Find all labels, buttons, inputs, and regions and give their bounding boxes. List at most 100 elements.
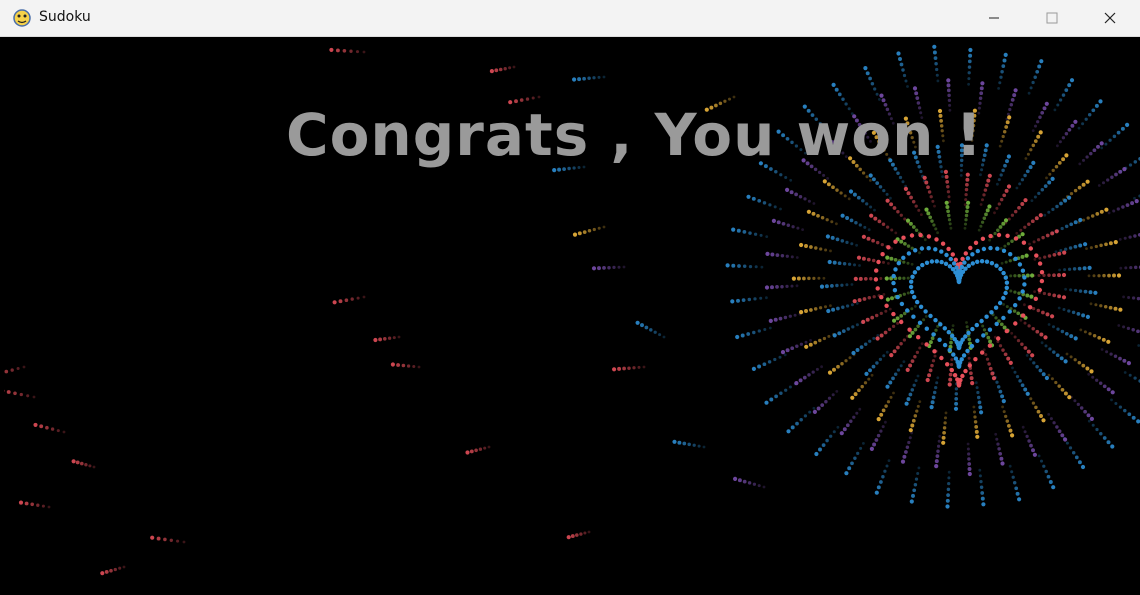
heart-dot [893, 239, 898, 244]
firework-streak [966, 442, 972, 477]
heart-dot [1039, 270, 1045, 275]
heart-dot [923, 309, 928, 314]
minimize-button[interactable] [965, 0, 1023, 36]
firework-streak [733, 476, 766, 489]
heart-dot [934, 259, 939, 264]
heart-dot [1008, 252, 1013, 257]
heart-dot [893, 267, 898, 272]
heart-dot [1001, 270, 1006, 276]
heart-dot [907, 327, 912, 332]
heart-dot [981, 246, 987, 252]
firework-streak [1117, 324, 1140, 334]
heart-dot [945, 362, 950, 367]
firework-streak [1123, 371, 1140, 383]
heart-dot [901, 255, 906, 260]
firework-streak [967, 47, 973, 86]
heart-dot [1013, 303, 1018, 308]
firework-streak [1043, 195, 1072, 217]
heart-dot [929, 259, 935, 264]
heart-dot [916, 335, 921, 340]
firework-streak [1023, 303, 1055, 319]
firework-streak [1119, 265, 1140, 270]
firework-streak [1087, 372, 1115, 395]
heart-dot [924, 260, 930, 265]
firework-streak [944, 200, 953, 230]
heart-dot [892, 288, 898, 293]
heart-dot [1034, 253, 1039, 258]
firework-streak [100, 565, 126, 576]
firework-streak [572, 75, 606, 82]
firework-streak [885, 360, 906, 389]
heart-dot [918, 304, 924, 309]
firework-streak [905, 218, 927, 242]
firework-streak [730, 296, 768, 304]
heart-dot [996, 232, 1002, 238]
firework-streak [861, 307, 892, 324]
close-button[interactable] [1081, 0, 1139, 36]
firework-streak [799, 304, 832, 315]
heart-dot [989, 310, 994, 315]
title-bar[interactable]: Sudoku [0, 0, 1140, 37]
heart-dot [980, 350, 985, 355]
firework-streak [967, 351, 975, 386]
heart-dot [995, 246, 1000, 251]
firework-streak [929, 376, 940, 410]
firework-streak [850, 373, 874, 400]
firework-streak [997, 52, 1008, 90]
heart-dot [973, 357, 978, 362]
heart-dot [931, 332, 936, 337]
game-canvas[interactable]: Congrats , You won ! [4, 37, 1140, 595]
firework-streak [934, 434, 942, 469]
heart-dot [879, 295, 884, 300]
firework-streak [1057, 306, 1090, 319]
heart-dot [943, 261, 949, 266]
firework-streak [822, 179, 851, 201]
heart-dot [912, 294, 917, 300]
heart-dot [1003, 290, 1008, 296]
heart-dot [980, 236, 986, 241]
firework-streak [390, 362, 421, 369]
heart-dot [1021, 313, 1026, 318]
heart-dot [962, 260, 967, 265]
heart-dot [963, 266, 968, 271]
heart-dot [996, 336, 1001, 341]
heart-dot [873, 277, 879, 282]
maximize-button[interactable] [1023, 0, 1081, 36]
firework-streak [839, 407, 862, 436]
firework-streak [885, 290, 914, 302]
heart-dot [994, 263, 999, 268]
heart-dot [965, 348, 970, 354]
heart-dot [939, 355, 944, 361]
heart-dot [948, 256, 953, 262]
heart-dot [918, 232, 923, 238]
heart-dot [955, 377, 960, 382]
heart-dot [934, 237, 939, 242]
heart-dot [987, 327, 993, 332]
firework-streak [572, 225, 606, 237]
heart-dot [911, 314, 916, 319]
heart-dot [969, 343, 975, 349]
heart-dot [908, 284, 914, 290]
firework-streak [812, 390, 839, 414]
heart-dot [919, 246, 925, 251]
firework-streak [900, 431, 914, 464]
firework-streak [1021, 425, 1037, 457]
heart-dot [1003, 275, 1008, 280]
firework-streak [1100, 122, 1130, 150]
heart-dot [926, 234, 932, 239]
firework-streak [1001, 405, 1015, 438]
heart-dot [952, 373, 958, 378]
firework-streak [1032, 272, 1067, 278]
firework-streak [827, 259, 861, 267]
firework-streak [1027, 59, 1044, 95]
heart-dot [884, 303, 889, 308]
maximize-icon [1046, 12, 1058, 24]
firework-streak [731, 227, 769, 239]
heart-dot [1004, 328, 1009, 334]
firework-streak [1062, 436, 1086, 470]
firework-streak [925, 349, 938, 383]
heart-dot [944, 252, 949, 258]
firework-streak [1064, 287, 1098, 295]
heart-dot [876, 259, 881, 265]
heart-dot [984, 314, 989, 319]
